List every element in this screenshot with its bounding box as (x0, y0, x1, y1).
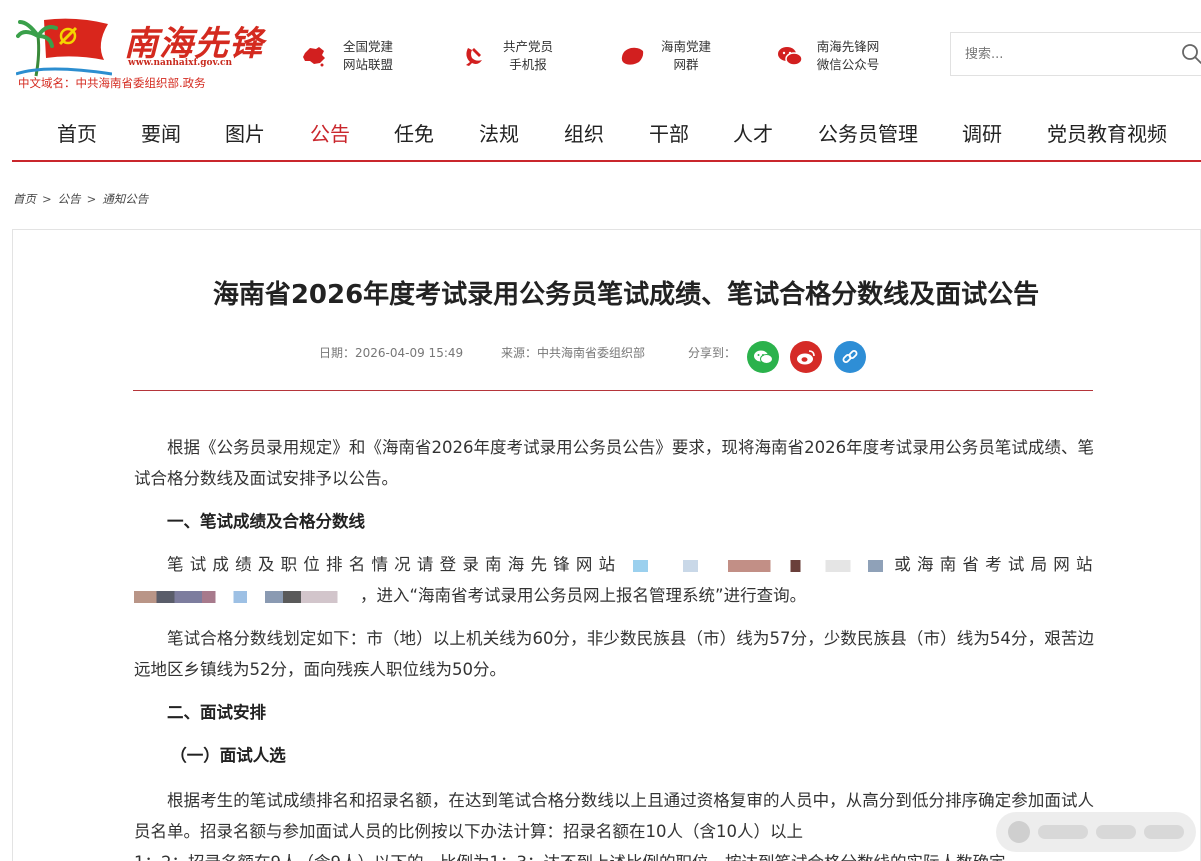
search-icon[interactable] (1181, 43, 1201, 65)
nav-item-regulations[interactable]: 法规 (479, 118, 519, 147)
logo-url: www.nanhaixf.gov.cn (128, 58, 233, 68)
article-content: 根据《公务员录用规定》和《海南省2026年度考试录用公务员公告》要求，现将海南省… (134, 432, 1094, 861)
breadcrumb-separator: > (86, 192, 97, 206)
paragraph-candidates: 根据考生的笔试成绩排名和招录名额，在达到笔试合格分数线以上且通过资格复审的人员中… (134, 791, 1094, 841)
weibo-icon (797, 350, 815, 365)
subsection-heading-candidates: （一）面试人选 (170, 746, 286, 765)
link-icon (842, 350, 858, 363)
quick-link-line2: 手机报 (509, 57, 547, 72)
quick-link-hainan-party[interactable]: 海南党建 网群 (618, 36, 718, 76)
article-date: 日期：2026-04-09 15:49 (319, 346, 464, 360)
party-emblem-icon (460, 42, 488, 70)
search-input[interactable] (951, 34, 1161, 74)
share-weibo-button[interactable] (790, 341, 822, 373)
quick-link-line1: 南海先锋网 (816, 39, 880, 54)
nav-item-organization[interactable]: 组织 (564, 118, 604, 147)
logo-domain: 中文域名：中共海南省委组织部.政务 (18, 76, 206, 90)
share-wechat-button[interactable] (747, 341, 779, 373)
paragraph-cutoff: 笔试合格分数线划定如下：市（地）以上机关线为60分，非少数民族县（市）线为57分… (134, 629, 1094, 679)
breadcrumb-separator: > (42, 192, 52, 206)
china-map-icon (300, 42, 328, 70)
nav-item-civil-servants[interactable]: 公务员管理 (818, 118, 918, 147)
paragraph-ratio: 1：2；招录名额在9人（含9人）以下的，比例为1：3；达不到上述比例的职位，按达… (134, 847, 1094, 861)
search-box (950, 32, 1201, 76)
nav-item-education-video[interactable]: 党员教育视频 (1047, 118, 1167, 147)
redacted-link-nanhai[interactable] (632, 559, 883, 572)
nav-item-cadres[interactable]: 干部 (649, 118, 689, 147)
quick-link-wechat[interactable]: 南海先锋网微信公众号 (776, 36, 884, 76)
hainan-map-icon (618, 42, 646, 70)
quick-link-line1: 全国党建 (342, 39, 393, 54)
breadcrumb: 首页 > 公告 > 通知公告 (13, 191, 148, 207)
nav-item-notices[interactable]: 公告 (310, 118, 350, 147)
query-text-a: 笔试成绩及职位排名情况请登录南海先锋网站 (167, 555, 622, 574)
article-meta: 日期：2026-04-09 15:49 来源：中共海南省委组织部 分享到： (13, 341, 1200, 373)
quick-link-line2: 微信公众号 (816, 57, 880, 72)
wechat-icon (776, 42, 804, 70)
nav-item-research[interactable]: 调研 (962, 118, 1002, 147)
query-text-c: ，进入“海南省考试录用公务员网上报名管理系统”进行查询。 (360, 586, 807, 605)
toolbar-bar (1096, 825, 1136, 839)
share-label: 分享到： (688, 346, 737, 360)
breadcrumb-home[interactable]: 首页 (13, 192, 36, 206)
nav-item-talent[interactable]: 人才 (733, 118, 773, 147)
quick-link-line2: 网站联盟 (342, 57, 393, 72)
toolbar-bar (1144, 825, 1184, 839)
quick-link-party-alliance[interactable]: 全国党建 网站联盟 (300, 36, 400, 76)
floating-toolbar[interactable] (996, 812, 1196, 852)
section-heading-scores: 一、笔试成绩及合格分数线 (167, 512, 365, 531)
nav-item-appointments[interactable]: 任免 (394, 118, 434, 147)
paragraph-query: 笔试成绩及职位排名情况请登录南海先锋网站 或海南省考试局网站 ，进入“海南省考试录… (134, 549, 1094, 611)
article-source: 来源：中共海南省委组织部 (501, 346, 646, 360)
redacted-link-exam-bureau[interactable] (134, 590, 360, 603)
paragraph-intro: 根据《公务员录用规定》和《海南省2026年度考试录用公务员公告》要求，现将海南省… (134, 438, 1094, 488)
title-divider (133, 390, 1093, 391)
nav-item-photos[interactable]: 图片 (225, 118, 265, 147)
article-panel: 海南省2026年度考试录用公务员笔试成绩、笔试合格分数线及面试公告 日期：202… (12, 229, 1201, 861)
share-link-button[interactable] (834, 341, 866, 373)
site-header: 南海先锋 www.nanhaixf.gov.cn 中文域名：中共海南省委组织部.… (0, 0, 1201, 100)
quick-link-line2: 网群 (673, 57, 699, 72)
article-title: 海南省2026年度考试录用公务员笔试成绩、笔试合格分数线及面试公告 (212, 280, 1040, 310)
main-nav: 首页 要闻 图片 公告 任免 法规 组织 干部 人才 公务员管理 调研 党员教育… (12, 104, 1201, 162)
breadcrumb-notices[interactable]: 公告 (58, 192, 81, 206)
quick-link-line1: 海南党建 (660, 39, 711, 54)
nav-item-home[interactable]: 首页 (57, 118, 97, 147)
wechat-icon (754, 350, 773, 364)
toolbar-bar (1038, 825, 1088, 839)
section-heading-interview: 二、面试安排 (167, 703, 266, 722)
party-flag-palm-icon (16, 18, 112, 77)
breadcrumb-announcements[interactable]: 通知公告 (102, 192, 148, 206)
nav-item-news[interactable]: 要闻 (141, 118, 181, 147)
quick-link-line1: 共产党员 (502, 39, 553, 54)
quick-link-mobile-news[interactable]: 共产党员 手机报 (460, 36, 560, 76)
site-logo[interactable]: 南海先锋 www.nanhaixf.gov.cn 中文域名：中共海南省委组织部.… (12, 10, 263, 94)
query-text-b: 或海南省考试局网站 (894, 555, 1095, 574)
toolbar-dot-icon (1008, 821, 1030, 843)
